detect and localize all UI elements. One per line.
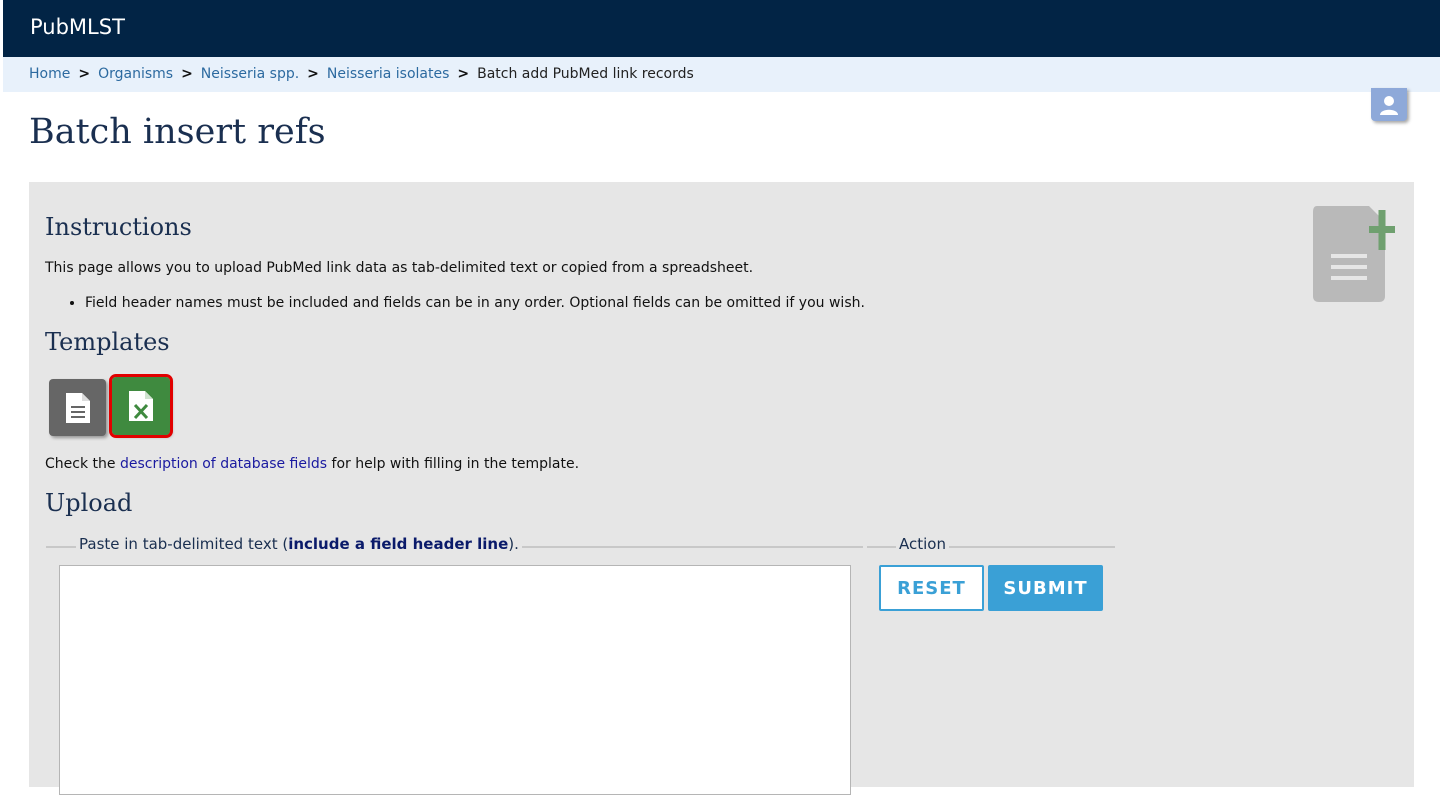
breadcrumb-organisms[interactable]: Organisms: [98, 66, 173, 82]
action-fieldset: Action: [867, 535, 1115, 553]
page-title: Batch insert refs: [29, 112, 326, 152]
breadcrumb-current: Batch add PubMed link records: [477, 66, 694, 82]
reset-button[interactable]: RESET: [879, 565, 984, 611]
template-help-text: Check the description of database fields…: [45, 456, 579, 472]
paste-legend: Paste in tab-delimited text (include a f…: [76, 535, 522, 553]
user-account-button[interactable]: [1371, 88, 1407, 121]
breadcrumb: Home > Organisms > Neisseria spp. > Neisseria …: [3, 57, 1440, 92]
add-document-icon: [1313, 206, 1395, 302]
list-item: Field header names must be included and …: [85, 295, 865, 311]
templates-heading: Templates: [45, 328, 170, 356]
paste-legend-suffix: ).: [508, 535, 519, 553]
template-buttons: [49, 374, 173, 438]
breadcrumb-neisseria-isolates[interactable]: Neisseria isolates: [327, 66, 449, 82]
breadcrumb-separator: >: [78, 66, 91, 82]
paste-legend-bold: include a field header line: [288, 535, 509, 553]
breadcrumb-separator: >: [457, 66, 470, 82]
help-suffix: for help with filling in the template.: [331, 456, 580, 472]
excel-file-icon: [129, 391, 153, 421]
instructions-intro: This page allows you to upload PubMed li…: [45, 260, 754, 276]
breadcrumb-separator: >: [307, 66, 319, 82]
site-brand[interactable]: PubMLST: [30, 15, 125, 39]
action-legend: Action: [896, 535, 949, 553]
breadcrumb-home[interactable]: Home: [29, 66, 70, 82]
download-text-template-button[interactable]: [49, 379, 106, 436]
submit-button[interactable]: SUBMIT: [988, 565, 1103, 611]
paste-data-textarea[interactable]: [59, 565, 851, 795]
breadcrumb-separator: >: [181, 66, 193, 82]
help-prefix: Check the: [45, 456, 116, 472]
download-excel-template-button[interactable]: [109, 374, 173, 438]
instructions-list: Field header names must be included and …: [45, 295, 865, 311]
breadcrumb-neisseria-spp[interactable]: Neisseria spp.: [201, 66, 299, 82]
paste-legend-prefix: Paste in tab-delimited text (: [79, 535, 289, 553]
database-fields-link[interactable]: description of database fields: [120, 456, 327, 472]
text-file-icon: [65, 392, 90, 423]
top-navbar: PubMLST: [3, 0, 1440, 57]
instructions-heading: Instructions: [45, 213, 192, 241]
user-icon: [1380, 95, 1398, 115]
upload-heading: Upload: [45, 489, 133, 517]
paste-fieldset: Paste in tab-delimited text (include a f…: [46, 535, 863, 553]
main-panel: Instructions This page allows you to upl…: [29, 182, 1414, 795]
